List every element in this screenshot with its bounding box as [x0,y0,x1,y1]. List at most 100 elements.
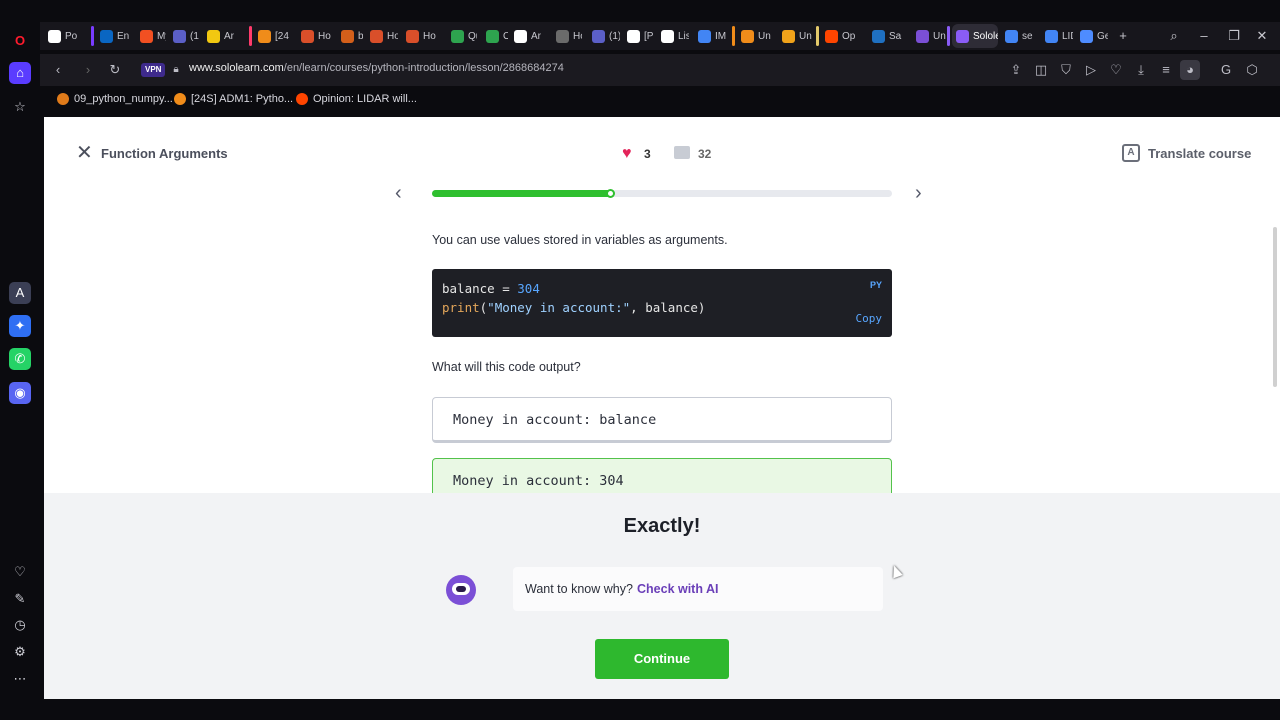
bookmark-label: 09_python_numpy... [74,93,173,105]
tab-favicon-icon [207,29,220,43]
continue-button[interactable]: Continue [595,639,729,679]
settings-gear-icon[interactable]: ⚙ [9,641,31,663]
reload-icon[interactable]: ↻ [105,60,125,80]
browser-tab[interactable]: My [136,24,166,48]
close-lesson-icon[interactable]: ✕ [76,143,94,163]
tab-label: Ar [531,30,541,42]
tab-favicon-icon [916,29,929,43]
tab-strip: Po En My (1) Ar [24 Ho bir Ho Ho Qu OS Ar Ho (1) [Pl Lis… [40,22,1280,50]
browser-tab[interactable]: Un [912,24,948,48]
tab-label: Un [758,30,771,42]
forward-icon[interactable]: › [78,60,98,80]
comment-count[interactable]: 32 [698,147,711,161]
discord-icon[interactable]: ◉ [9,382,31,404]
ai-owl-avatar-icon [446,575,476,605]
bookmark-item[interactable]: Opinion: LIDAR will... [296,93,417,105]
browser-tab[interactable]: Ge [1076,24,1108,48]
like-heart-icon[interactable]: ♥ [622,145,632,163]
url-field[interactable]: www.sololearn.com/en/learn/courses/pytho… [189,62,564,74]
menu-icon[interactable]: ≡ [1156,60,1176,80]
tab-favicon-icon [341,29,354,43]
snapshot-icon[interactable]: ◫ [1031,60,1051,80]
minimize-icon[interactable]: – [1194,26,1214,46]
tab-label: Ho [423,30,436,42]
search-tabs-icon[interactable]: ⌕ [1164,26,1184,46]
favorite-heart-icon[interactable]: ♡ [1106,60,1126,80]
browser-tab[interactable]: Ho [552,24,582,48]
answer-option-text: Money in account: balance [453,412,657,428]
tab-favicon-icon [100,29,113,43]
next-step-icon[interactable]: › [915,183,929,203]
history-icon[interactable]: ◷ [9,614,31,636]
browser-tab[interactable]: Ar [510,24,546,48]
browser-tab[interactable]: Un [778,24,814,48]
more-icon[interactable]: ⋯ [9,668,31,690]
browser-tab[interactable]: En [96,24,132,48]
bookmark-favicon-icon [174,93,186,105]
tab-label: Ho [573,30,582,42]
messenger-icon[interactable]: ✦ [9,315,31,337]
share-icon[interactable]: ⇪ [1006,60,1026,80]
previous-step-icon[interactable]: ‹ [395,183,409,203]
bookmark-item[interactable]: 09_python_numpy... [57,93,173,105]
browser-tab[interactable]: Un [737,24,773,48]
extension-cube-icon[interactable]: ⬡ [1242,60,1262,80]
opera-logo-icon[interactable]: O [9,30,31,52]
back-icon[interactable]: ‹ [48,60,68,80]
browser-tab[interactable]: Ho [366,24,398,48]
close-window-icon[interactable]: ✕ [1252,26,1272,46]
code-line-1: balance = 304 [442,281,540,296]
comment-icon[interactable] [674,146,690,159]
browser-tab[interactable]: Sa [868,24,906,48]
browser-tab[interactable]: [Pl [623,24,653,48]
shield-icon[interactable]: ⛉ [1056,60,1076,80]
answer-option[interactable]: Money in account: balance [432,397,892,443]
browser-tab[interactable]: LID [1041,24,1073,48]
feedback-panel: Exactly! Want to know why? Check with AI… [44,493,1280,699]
tab-favicon-icon [514,29,527,43]
tab-favicon-icon [698,29,711,43]
extension-g-icon[interactable]: G [1216,60,1236,80]
tab-label: (1) [609,30,620,42]
home-icon[interactable]: ⌂ [9,62,31,84]
code-block: balance = 304 print("Money in account:",… [432,269,892,337]
vpn-badge[interactable]: VPN [141,63,166,77]
browser-tab[interactable]: Ho [297,24,333,48]
browser-tab[interactable]: IM [694,24,730,48]
check-with-ai-link[interactable]: Check with AI [637,582,719,596]
url-host: www.sololearn.com [189,62,284,74]
bookmark-item[interactable]: [24S] ADM1: Pytho... [174,93,293,105]
heart-icon[interactable]: ♡ [9,561,31,583]
browser-tab[interactable]: bir [337,24,363,48]
copy-code-button[interactable]: Copy [856,312,883,325]
whatsapp-icon[interactable]: ✆ [9,348,31,370]
browser-tab[interactable]: Po [44,24,80,48]
browser-tab[interactable]: Ho [402,24,438,48]
browser-tab[interactable]: [24 [254,24,290,48]
lock-icon[interactable]: 🔒︎ [166,60,186,80]
tab-favicon-icon [872,29,885,43]
aria-icon[interactable]: A [9,282,31,304]
browser-tab[interactable]: se [1001,24,1037,48]
play-icon[interactable]: ▷ [1081,60,1101,80]
edit-icon[interactable]: ✎ [9,588,31,610]
tab-label: Un [799,30,812,42]
browser-tab[interactable]: Qu [447,24,477,48]
browser-tab[interactable]: Ar [203,24,243,48]
page-scrollbar[interactable] [1273,227,1277,387]
browser-tab[interactable]: (1) [169,24,199,48]
browser-tab[interactable]: Op [821,24,857,48]
restore-icon[interactable]: ❐ [1224,26,1244,46]
translate-course-button[interactable]: Translate course [1148,146,1251,161]
tab-favicon-icon [782,29,795,43]
browser-tab[interactable]: OS [482,24,508,48]
translate-icon[interactable]: A [1122,144,1140,162]
bookmarks-star-icon[interactable]: ☆ [9,96,31,118]
profile-icon[interactable]: ◕ [1180,60,1200,80]
download-icon[interactable]: ⤓ [1131,60,1151,80]
new-tab-icon[interactable]: + [1113,26,1133,46]
browser-tab[interactable]: Sololea [952,24,998,48]
browser-tab[interactable]: (1) [588,24,620,48]
browser-tab[interactable]: Lis [657,24,689,48]
tab-label: Un [933,30,946,42]
